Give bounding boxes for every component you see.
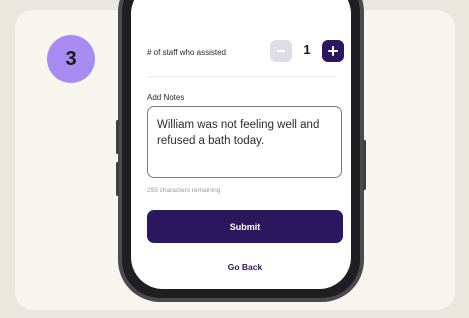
section-divider: [147, 76, 335, 77]
add-notes-label: Add Notes: [147, 93, 185, 102]
staff-count-stepper: 1: [270, 40, 344, 62]
notes-textarea[interactable]: William was not feeling well and refused…: [147, 106, 342, 178]
submit-button[interactable]: Submit: [147, 210, 343, 243]
minus-icon: [277, 50, 285, 52]
phone-side-button: [363, 140, 366, 190]
staff-assisted-label: # of staff who assisted: [147, 48, 227, 57]
decrement-button[interactable]: [270, 40, 292, 62]
characters-remaining-text: 255 characters remaining: [147, 187, 221, 194]
step-number-badge: 3: [47, 35, 95, 83]
go-back-link[interactable]: Go Back: [147, 262, 343, 272]
increment-button[interactable]: [322, 40, 344, 62]
phone-screen: # of staff who assisted 1 Add Notes Will…: [131, 0, 351, 289]
phone-side-button: [116, 162, 119, 196]
phone-side-button: [116, 120, 119, 154]
phone-bezel: # of staff who assisted 1 Add Notes Will…: [122, 0, 360, 298]
plus-icon: [328, 46, 338, 56]
staff-count-value: 1: [303, 42, 311, 57]
phone-frame: # of staff who assisted 1 Add Notes Will…: [116, 0, 366, 302]
